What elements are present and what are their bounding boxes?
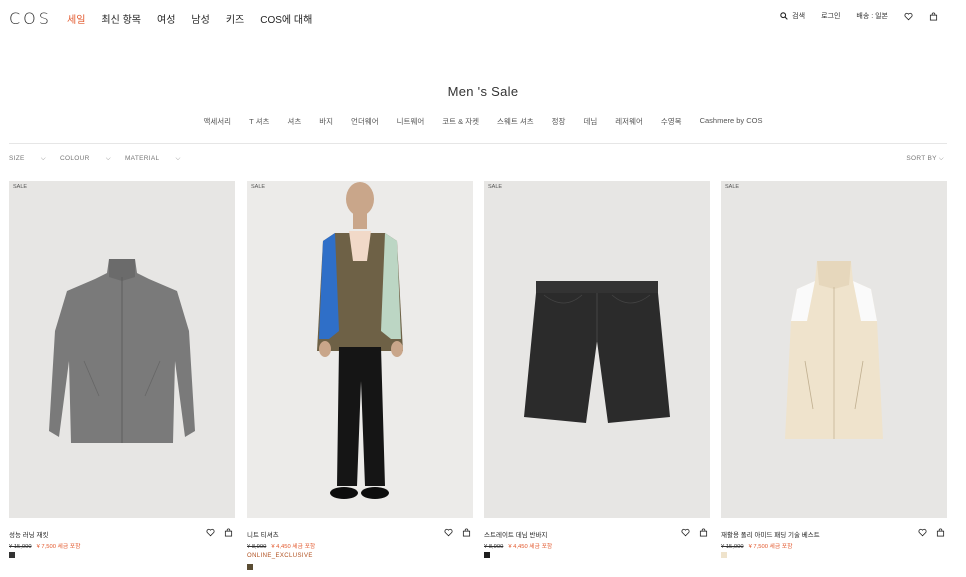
category-nav: 액세서리 T 셔츠 셔츠 바지 언더웨어 니트웨어 코트 & 자켓 스웨트 셔츠… (0, 116, 966, 127)
jacket-illustration (49, 259, 195, 443)
product-actions (444, 528, 471, 537)
sale-price: ¥ 7,500 세금 포함 (36, 544, 81, 550)
online-exclusive-label: ONLINE_EXCLUSIVE (247, 553, 313, 559)
filter-size[interactable]: SIZE ⌵ (9, 155, 46, 163)
sale-badge: SALE (13, 184, 28, 190)
shorts-illustration (524, 281, 670, 423)
bag-icon[interactable] (699, 528, 708, 537)
shipping-label: 배송 : 일본 (856, 13, 888, 20)
category-sweatshirts[interactable]: 스웨트 셔츠 (497, 116, 534, 127)
bag-icon (929, 12, 938, 21)
heart-icon (904, 12, 913, 20)
shipping-selector[interactable]: 배송 : 일본 (856, 11, 888, 21)
product-image[interactable]: SALE (247, 181, 473, 518)
category-cashmere[interactable]: Cashmere by COS (700, 116, 763, 127)
filter-colour-label: COLOUR (60, 155, 90, 162)
category-tshirts[interactable]: T 셔츠 (249, 116, 269, 127)
search-button[interactable]: 검색 (780, 11, 805, 21)
category-underwear[interactable]: 언더웨어 (351, 116, 379, 127)
brand-logo[interactable]: COS (9, 9, 52, 28)
color-swatch[interactable] (9, 552, 15, 558)
bag-icon[interactable] (462, 528, 471, 537)
product-name[interactable]: 니트 티셔츠 (247, 529, 279, 539)
sort-dropdown[interactable]: SORT BY ⌵ (906, 155, 944, 163)
sale-badge: SALE (725, 184, 740, 190)
product-price: ¥ 8,900 ¥ 4,450 세금 포함 (484, 541, 552, 550)
original-price: ¥ 8,900 (247, 544, 267, 550)
product-price: ¥ 8,900 ¥ 4,450 세금 포함 (247, 541, 315, 550)
heart-icon[interactable] (681, 528, 690, 537)
product-info: 니트 티셔츠 ¥ 8,900 ¥ 4,450 세금 포함 ONLINE_EXCLU… (247, 518, 473, 577)
product-card[interactable]: SALE 니트 티셔츠 ¥ 8,900 ¥ 4,450 세금 포함 ONLINE_… (247, 181, 473, 577)
color-swatch[interactable] (247, 564, 253, 570)
login-label: 로그인 (821, 13, 841, 20)
category-trousers[interactable]: 바지 (319, 116, 333, 127)
heart-icon[interactable] (444, 528, 453, 537)
filter-bar: SIZE ⌵ COLOUR ⌵ MATERIAL ⌵ (9, 155, 195, 163)
product-name[interactable]: 성능 러닝 재킷 (9, 529, 49, 539)
product-price: ¥ 15,000 ¥ 7,500 세금 포함 (721, 541, 792, 550)
product-image[interactable]: SALE (484, 181, 710, 518)
filter-material[interactable]: MATERIAL ⌵ (125, 155, 181, 163)
product-actions (681, 528, 708, 537)
nav-item-sale[interactable]: 세일 (67, 11, 85, 26)
category-suits[interactable]: 정장 (552, 116, 566, 127)
bag-icon[interactable] (224, 528, 233, 537)
main-nav: 세일 최신 항목 여성 남성 키즈 COS에 대해 (67, 11, 328, 26)
color-swatch[interactable] (721, 552, 727, 558)
category-denim[interactable]: 데님 (583, 116, 597, 127)
utility-nav: 검색 로그인 배송 : 일본 (764, 11, 938, 21)
product-card[interactable]: SALE 스트레이트 데님 반바지 ¥ 8,900 ¥ 4,450 세금 포함 (484, 181, 710, 577)
sale-price: ¥ 7,500 세금 포함 (748, 544, 793, 550)
nav-item-men[interactable]: 남성 (191, 11, 209, 26)
page-title: Men 's Sale (447, 84, 519, 99)
search-icon (780, 12, 788, 20)
nav-item-women[interactable]: 여성 (157, 11, 175, 26)
product-card[interactable]: SALE 성능 러닝 재킷 ¥ 15,000 ¥ 7,500 세금 포함 (9, 181, 235, 577)
site-header: COS 세일 최신 항목 여성 남성 키즈 COS에 대해 검색 로그인 배송 … (0, 0, 966, 34)
original-price: ¥ 15,000 (721, 544, 744, 550)
original-price: ¥ 8,900 (484, 544, 504, 550)
category-knitwear[interactable]: 니트웨어 (397, 116, 425, 127)
filter-size-label: SIZE (9, 155, 25, 162)
divider (9, 143, 947, 144)
sale-badge: SALE (251, 184, 266, 190)
product-card[interactable]: SALE 재활용 폴리 아미드 패딩 기술 베스트 ¥ 15,000 ¥ 7,50… (721, 181, 947, 577)
product-info: 스트레이트 데님 반바지 ¥ 8,900 ¥ 4,450 세금 포함 (484, 518, 710, 577)
sale-price: ¥ 4,450 세금 포함 (508, 544, 553, 550)
category-shirts[interactable]: 셔츠 (287, 116, 301, 127)
category-accessories[interactable]: 액세서리 (203, 116, 231, 127)
category-coats-jackets[interactable]: 코트 & 자켓 (442, 116, 479, 127)
product-info: 재활용 폴리 아미드 패딩 기술 베스트 ¥ 15,000 ¥ 7,500 세금 … (721, 518, 947, 577)
model-illustration (317, 182, 403, 499)
bag-button[interactable] (929, 12, 938, 21)
original-price: ¥ 15,000 (9, 544, 32, 550)
product-actions (206, 528, 233, 537)
bag-icon[interactable] (936, 528, 945, 537)
search-label: 검색 (792, 13, 806, 20)
nav-item-new[interactable]: 최신 항목 (101, 11, 141, 26)
product-actions (918, 528, 945, 537)
wishlist-button[interactable] (904, 12, 913, 21)
category-leisurewear[interactable]: 레저웨어 (615, 116, 643, 127)
product-info: 성능 러닝 재킷 ¥ 15,000 ¥ 7,500 세금 포함 (9, 518, 235, 577)
color-swatch[interactable] (484, 552, 490, 558)
product-price: ¥ 15,000 ¥ 7,500 세금 포함 (9, 541, 80, 550)
heart-icon[interactable] (918, 528, 927, 537)
product-name[interactable]: 스트레이트 데님 반바지 (484, 529, 547, 539)
product-name[interactable]: 재활용 폴리 아미드 패딩 기술 베스트 (721, 529, 820, 539)
filter-colour[interactable]: COLOUR ⌵ (60, 155, 111, 163)
sale-badge: SALE (488, 184, 503, 190)
sort-label: SORT BY (906, 155, 937, 162)
product-image[interactable]: SALE (9, 181, 235, 518)
nav-item-kids[interactable]: 키즈 (226, 11, 244, 26)
vest-illustration (785, 261, 883, 439)
product-image[interactable]: SALE (721, 181, 947, 518)
filter-material-label: MATERIAL (124, 155, 160, 162)
login-link[interactable]: 로그인 (821, 11, 840, 21)
category-swimwear[interactable]: 수영복 (661, 116, 682, 127)
nav-item-about[interactable]: COS에 대해 (260, 11, 312, 26)
heart-icon[interactable] (206, 528, 215, 537)
sale-price: ¥ 4,450 세금 포함 (271, 544, 316, 550)
